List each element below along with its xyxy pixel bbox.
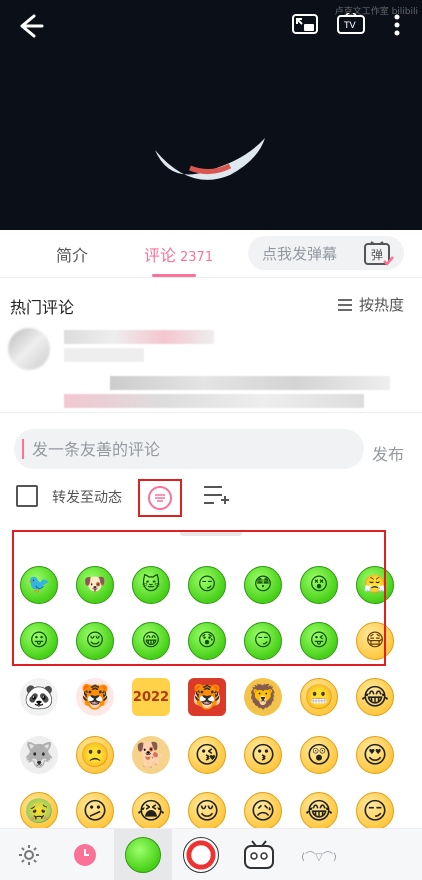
emoji-item[interactable]: 🐕 bbox=[132, 736, 170, 774]
emoji-item[interactable]: 🐯 bbox=[76, 678, 114, 716]
repost-checkbox[interactable] bbox=[16, 485, 38, 507]
danmu-placeholder: 点我发弹幕 bbox=[262, 245, 338, 263]
emoji-item[interactable]: 🐺 bbox=[20, 736, 58, 774]
picture-in-picture-icon[interactable] bbox=[290, 10, 320, 40]
tv-mascot-icon bbox=[244, 840, 274, 869]
emoji-item[interactable]: 🐯 bbox=[188, 678, 226, 716]
emoji-item[interactable]: 😗 bbox=[244, 736, 282, 774]
danmu-toggle-icon[interactable]: 弹 bbox=[362, 240, 394, 268]
emoji-tab-kaomoji[interactable]: (⌒▽⌒) bbox=[288, 829, 350, 880]
sort-icon bbox=[337, 298, 352, 311]
clock-icon bbox=[74, 844, 96, 866]
tab-comments-label: 评论 bbox=[144, 246, 177, 265]
emoji-item[interactable]: 😌 bbox=[188, 792, 226, 830]
hot-comments-title: 热门评论 bbox=[10, 298, 75, 317]
back-arrow-icon[interactable] bbox=[14, 10, 46, 42]
emoji-item[interactable]: 🤢 bbox=[20, 792, 58, 830]
gear-icon bbox=[19, 845, 39, 865]
comment-input-wrapper[interactable] bbox=[14, 429, 364, 469]
comment-username-blur bbox=[64, 330, 214, 344]
emoji-item[interactable]: 2022 bbox=[132, 678, 170, 716]
emoji-item[interactable]: 😏 bbox=[356, 792, 394, 830]
emoji-item[interactable]: 😭 bbox=[132, 792, 170, 830]
emoji-item[interactable]: 😲 bbox=[300, 736, 338, 774]
sort-label: 按热度 bbox=[358, 296, 404, 314]
emoji-tab-green-frog[interactable] bbox=[114, 829, 172, 880]
frog-sticker-icon bbox=[125, 837, 161, 873]
repost-label: 转发至动态 bbox=[52, 490, 122, 506]
comment-meta-blur bbox=[64, 348, 144, 362]
emoji-item[interactable]: 😘 bbox=[188, 736, 226, 774]
emoji-item[interactable]: 😕 bbox=[76, 792, 114, 830]
emoji-item[interactable]: 🙁 bbox=[76, 736, 114, 774]
emoji-item[interactable]: 🐼 bbox=[20, 678, 58, 716]
comment-input[interactable] bbox=[32, 429, 352, 469]
tab-comments[interactable]: 评论 2371 bbox=[144, 242, 213, 266]
sort-button[interactable]: 按热度 bbox=[337, 294, 404, 315]
publish-button[interactable]: 发布 bbox=[372, 441, 404, 465]
add-list-icon[interactable] bbox=[202, 483, 230, 509]
text-cursor bbox=[22, 439, 24, 459]
avatar bbox=[8, 328, 50, 370]
emoji-tab-tv[interactable] bbox=[230, 829, 288, 880]
video-watermark: 卢克文工作室 bilibili bbox=[334, 7, 418, 17]
emoji-highlight-box bbox=[12, 530, 386, 666]
emoji-item[interactable]: 😂 bbox=[356, 678, 394, 716]
emoji-category-bar: (⌒▽⌒) bbox=[0, 828, 422, 880]
comment-text-blur bbox=[110, 376, 390, 390]
clown-sticker-icon bbox=[183, 837, 219, 873]
emoji-item[interactable]: 😬 bbox=[300, 678, 338, 716]
video-player[interactable]: TV 卢克文工作室 bilibili bbox=[0, 0, 422, 230]
emoji-settings-tab[interactable] bbox=[0, 829, 58, 880]
emoji-keyboard-icon bbox=[148, 486, 172, 510]
comment-count: 2371 bbox=[180, 250, 214, 265]
comment-text-blur-2 bbox=[64, 394, 364, 408]
emoji-panel-button[interactable] bbox=[138, 479, 182, 517]
active-tab-indicator bbox=[152, 274, 196, 277]
emoji-recent-tab[interactable] bbox=[56, 829, 114, 880]
emoji-item[interactable]: 😂 bbox=[300, 792, 338, 830]
emoji-item[interactable]: 😥 bbox=[244, 792, 282, 830]
danmu-icon-text: 弹 bbox=[371, 248, 383, 262]
kaomoji-label: (⌒▽⌒) bbox=[301, 851, 337, 863]
video-frame-content bbox=[155, 138, 265, 180]
emoji-item[interactable]: 😍 bbox=[356, 736, 394, 774]
emoji-item[interactable]: 🦁 bbox=[244, 678, 282, 716]
svg-text:TV: TV bbox=[343, 21, 356, 31]
tab-intro[interactable]: 简介 bbox=[56, 242, 88, 266]
emoji-tab-clown[interactable] bbox=[172, 829, 230, 880]
